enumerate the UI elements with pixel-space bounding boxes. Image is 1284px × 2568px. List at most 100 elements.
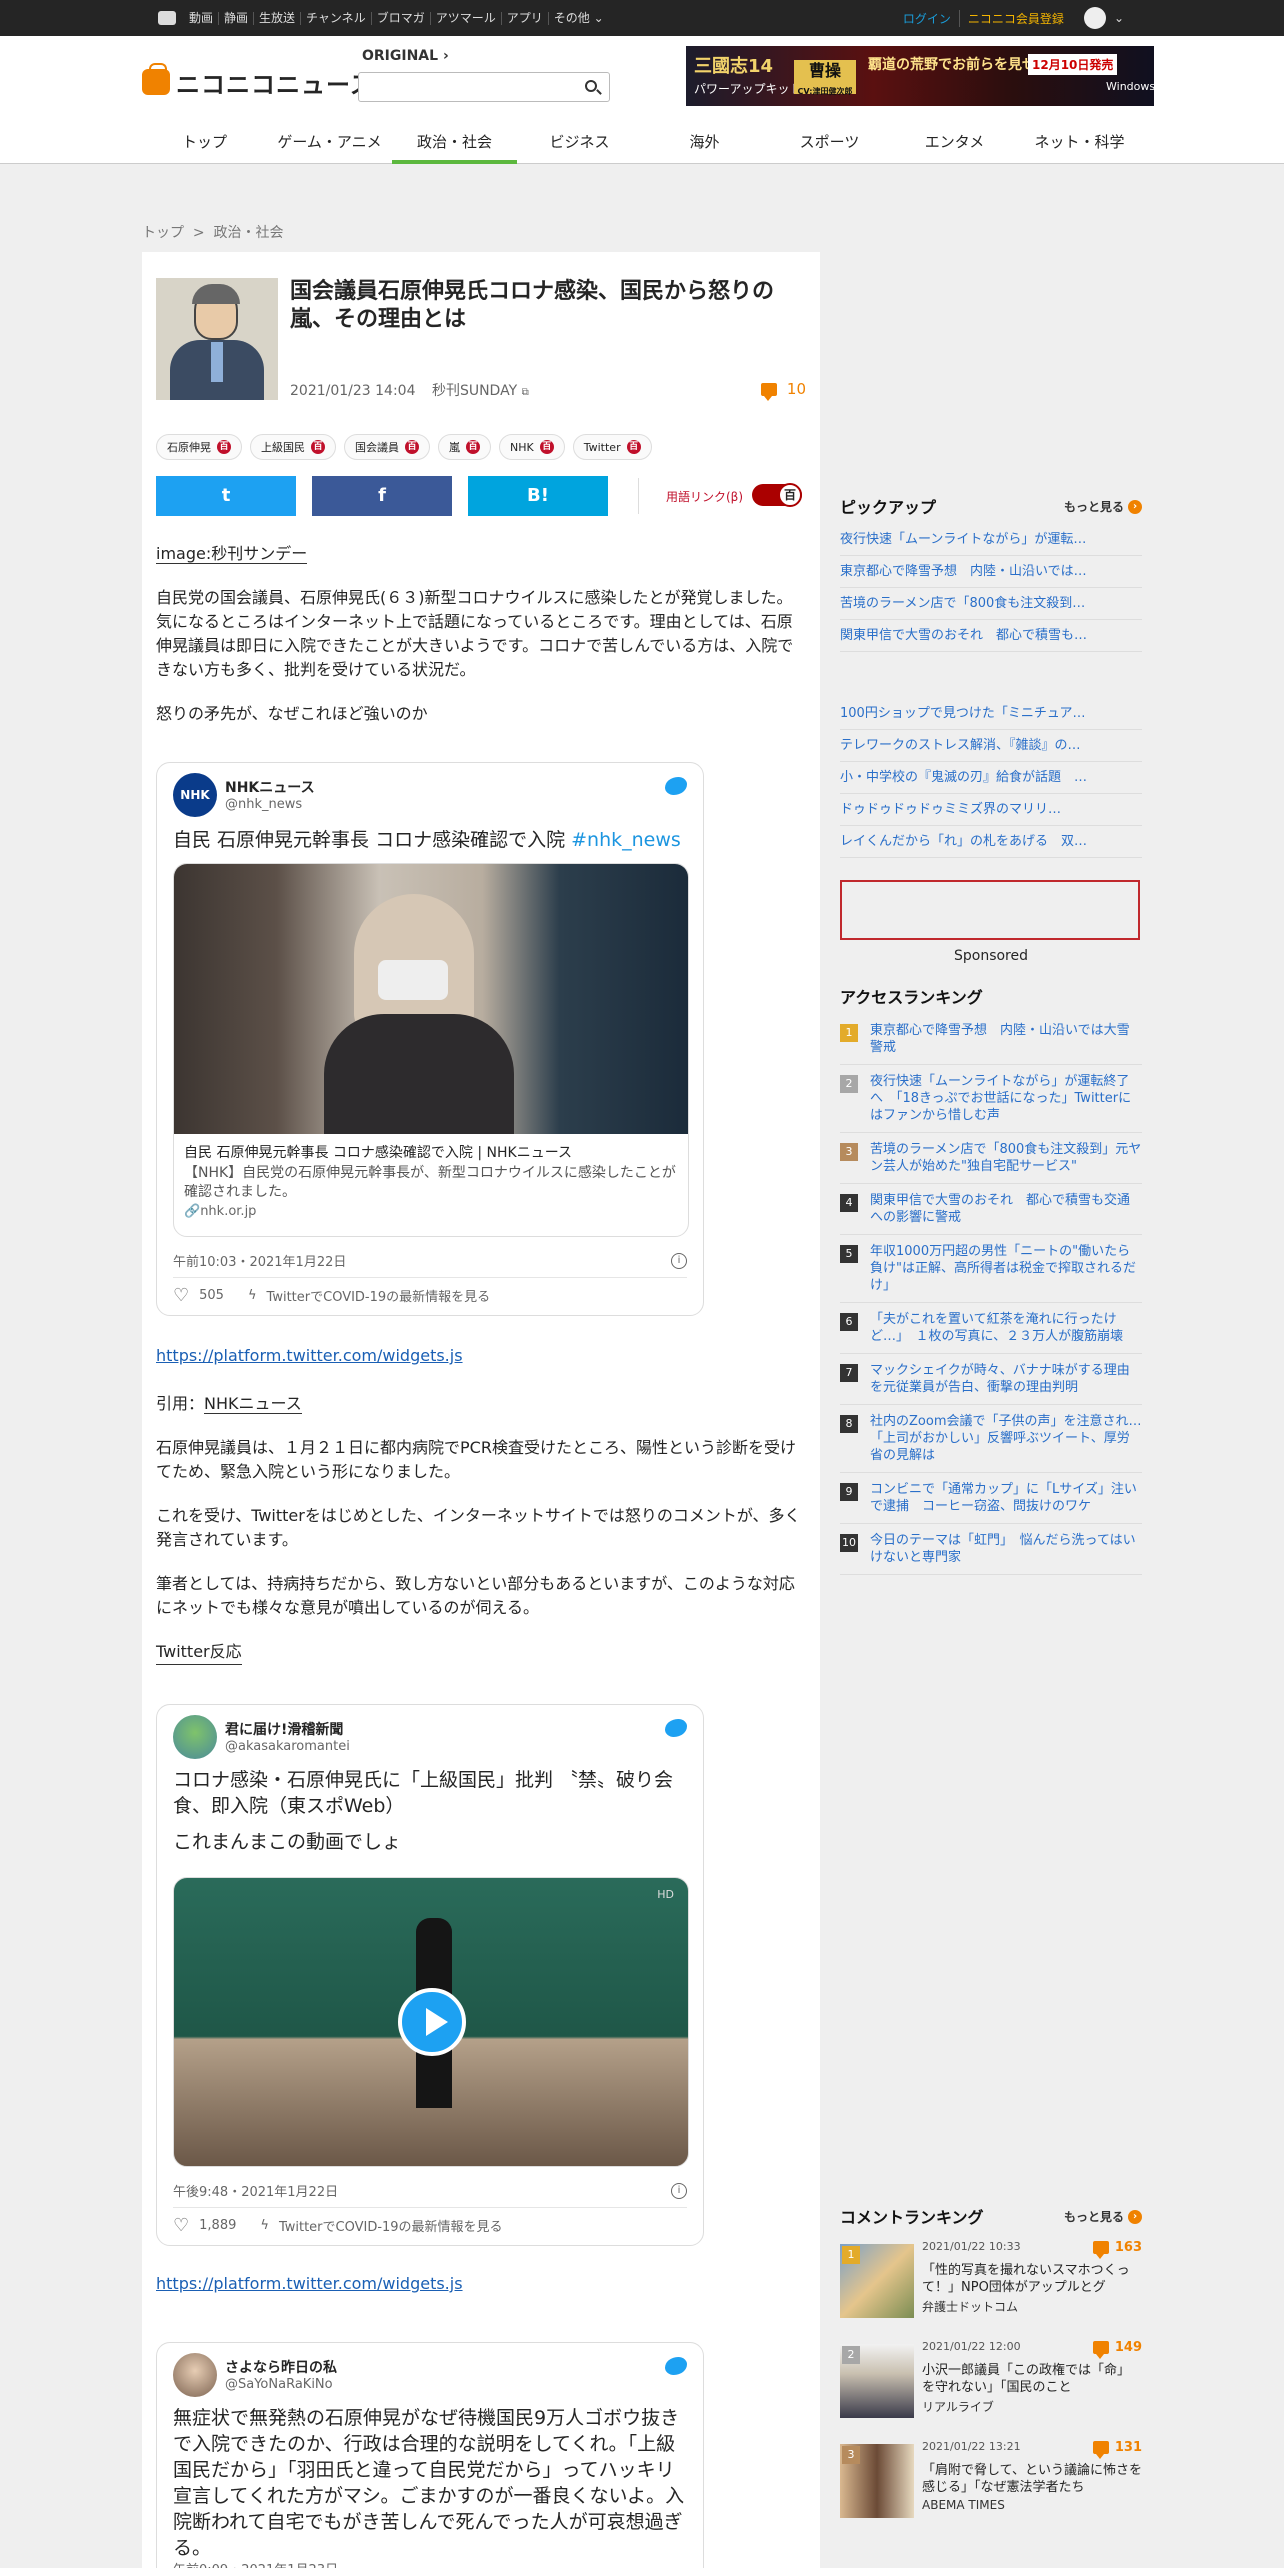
- twitter-bird-icon[interactable]: [665, 2357, 687, 2375]
- ranking-item[interactable]: 6 「夫がこれを置いて紅茶を淹れに行ったけど…」 １枚の写真に、２３万人が腹筋崩壊: [840, 1303, 1142, 1354]
- menu-blomaga[interactable]: ブロマガ: [372, 11, 431, 25]
- tweet-author-name[interactable]: 君に届け!滑稽新聞: [225, 1719, 343, 1739]
- image-credit-label[interactable]: image:: [156, 544, 212, 564]
- register-link[interactable]: ニコニコ会員登録: [958, 9, 1064, 27]
- heart-icon[interactable]: ♡: [173, 1285, 189, 1306]
- comment-ranking-item[interactable]: 2 2021/01/22 12:00 149 小沢一郎議員「この政権では「命」を…: [840, 2340, 1142, 2428]
- widget-script-link[interactable]: https://platform.twitter.com/widgets.js: [156, 1346, 463, 1365]
- pickup-item[interactable]: 東京都心で降雪予想 内陸・山沿いでは…: [840, 556, 1142, 588]
- comment-more-link[interactable]: もっと見る ›: [1064, 2208, 1142, 2225]
- search-icon[interactable]: [585, 80, 597, 92]
- link-card[interactable]: 自民 石原伸晃元幹事長 コロナ感染確認で入院 | NHKニュース 【NHK】自民…: [173, 863, 689, 1237]
- nav-net-science[interactable]: ネット・科学: [1017, 128, 1142, 164]
- tweet-time[interactable]: 午前10:03・2021年1月22日: [173, 1251, 346, 1270]
- dictionary-icon[interactable]: 百: [405, 440, 419, 454]
- pickup-item[interactable]: 100円ショップで見つけた「ミニチュア…: [840, 698, 1142, 730]
- tag-item[interactable]: 国会議員百: [344, 434, 430, 460]
- pickup-item[interactable]: テレワークのストレス解消、『雑談』の…: [840, 730, 1142, 762]
- nhk-avatar[interactable]: NHK: [173, 773, 217, 817]
- nav-game-anime[interactable]: ゲーム・アニメ: [267, 128, 392, 164]
- pickup-item[interactable]: ドゥドゥドゥドゥミミズ界のマリリ…: [840, 794, 1142, 826]
- share-twitter-button[interactable]: t: [156, 476, 296, 516]
- nav-politics[interactable]: 政治・社会: [392, 128, 517, 164]
- nav-top[interactable]: トップ: [142, 128, 267, 164]
- ranking-item[interactable]: 8 社内のZoom会議で「子供の声」を注意され… 「上司がおかしい」反響呼ぶツイー…: [840, 1405, 1155, 1473]
- covid-info-link[interactable]: TwitterでCOVID-19の最新情報を見る: [267, 1286, 491, 1305]
- menu-atsumaru[interactable]: アツマール: [431, 11, 502, 25]
- ad-slot[interactable]: [840, 880, 1140, 940]
- login-link[interactable]: ログイン: [903, 10, 951, 27]
- tag-item[interactable]: 嵐百: [438, 434, 491, 460]
- nav-entame[interactable]: エンタメ: [892, 128, 1017, 164]
- yougo-link-toggle[interactable]: 百: [752, 483, 802, 507]
- user-avatar[interactable]: [173, 1715, 217, 1759]
- avatar[interactable]: [1083, 7, 1106, 29]
- site-logo[interactable]: ニコニコニュース: [142, 63, 375, 100]
- share-hatena-button[interactable]: B!: [468, 476, 608, 516]
- image-credit-source[interactable]: 秒刊サンデー: [211, 544, 308, 564]
- menu-channel[interactable]: チャンネル: [301, 11, 372, 25]
- chevron-down-icon[interactable]: ⌄: [1114, 11, 1124, 25]
- nav-business[interactable]: ビジネス: [517, 128, 642, 164]
- twitter-bird-icon[interactable]: [665, 777, 687, 795]
- twitter-bird-icon[interactable]: [665, 1719, 687, 1737]
- heart-icon[interactable]: ♡: [173, 2215, 189, 2236]
- ranking-item[interactable]: 7 マックシェイクが時々、バナナ味がする理由を元従業員が告白、衝撃の理由判明: [840, 1354, 1142, 1405]
- pickup-item[interactable]: 苦境のラーメン店で「800食も注文殺到…: [840, 588, 1142, 620]
- ranking-item[interactable]: 9 コンビニで「通常カップ」に「Lサイズ」注いで逮捕 コーヒー窃盗、問抜けのワケ: [840, 1473, 1142, 1524]
- pickup-item[interactable]: 夜行快速「ムーンライトながら」が運転…: [840, 524, 1142, 556]
- share-facebook-button[interactable]: f: [312, 476, 452, 516]
- ranking-item[interactable]: 10 今日のテーマは「虹門」 悩んだら洗ってはいけないと専門家: [840, 1524, 1142, 1575]
- embedded-tweet[interactable]: 君に届け!滑稽新聞 @akasakaromantei コロナ感染・石原伸晃氏に「…: [156, 1704, 704, 2246]
- pickup-more-link[interactable]: もっと見る ›: [1064, 498, 1142, 515]
- nav-overseas[interactable]: 海外: [642, 128, 767, 164]
- dictionary-icon[interactable]: 百: [539, 440, 554, 454]
- ad-banner[interactable]: 三國志14 パワーアップキット 曹操 CV:津田健次郎 覇道の荒野でお前らを見せて…: [686, 46, 1154, 106]
- comment-count[interactable]: 10: [760, 380, 806, 401]
- tweet-author-name[interactable]: さよなら昨日の私: [225, 2357, 337, 2377]
- original-link[interactable]: ORIGINAL ›: [362, 48, 449, 64]
- tweet-time[interactable]: 午前0:09・2021年1月23日: [173, 2559, 338, 2568]
- article-source[interactable]: 秒刊SUNDAY ⧉: [432, 383, 529, 399]
- tag-item[interactable]: 上級国民百: [250, 434, 336, 460]
- menu-live[interactable]: 生放送: [254, 11, 302, 25]
- dictionary-icon[interactable]: 百: [466, 440, 480, 454]
- pickup-item[interactable]: レイくんだから「れ」の札をあげる 双…: [840, 826, 1142, 858]
- ranking-item[interactable]: 5 年収1000万円超の男性「ニートの"働いたら負け"は正解、高所得者は税金で搾取…: [840, 1235, 1142, 1303]
- menu-other[interactable]: その他 ⌄: [549, 11, 609, 25]
- breadcrumb-category[interactable]: 政治・社会: [214, 225, 284, 241]
- widget-script-link[interactable]: https://platform.twitter.com/widgets.js: [156, 2274, 463, 2293]
- video-player[interactable]: HD: [173, 1877, 689, 2167]
- tweet-author-handle[interactable]: @akasakaromantei: [225, 1739, 350, 1754]
- embedded-tweet[interactable]: NHK NHKニュース @nhk_news 自民 石原伸晃元幹事長 コロナ感染確…: [156, 762, 704, 1316]
- tag-item[interactable]: Twitter 百: [572, 434, 652, 460]
- info-icon[interactable]: i: [671, 1253, 687, 1269]
- tweet-time[interactable]: 午後9:48・2021年1月22日: [173, 2181, 338, 2200]
- breadcrumb-top[interactable]: トップ: [142, 225, 184, 241]
- ranking-item[interactable]: 2 夜行快速「ムーンライトながら」が運転終了へ 「18きっぷでお世話になった」Tw…: [840, 1065, 1142, 1133]
- hashtag-link[interactable]: #nhk_news: [571, 829, 681, 851]
- nav-sports[interactable]: スポーツ: [767, 128, 892, 164]
- user-avatar[interactable]: [173, 2353, 217, 2397]
- tag-item[interactable]: 石原伸晃百: [156, 434, 242, 460]
- tweet-author-name[interactable]: NHKニュース: [225, 777, 315, 797]
- info-icon[interactable]: i: [671, 2183, 687, 2199]
- menu-app[interactable]: アプリ: [502, 11, 549, 25]
- menu-seiga[interactable]: 静画: [219, 11, 255, 25]
- comment-ranking-item[interactable]: 1 2021/01/22 10:33 163 「性的写真を撮れないスマホつくって…: [840, 2240, 1142, 2328]
- ranking-item[interactable]: 1 東京都心で降雪予想 内陸・山沿いでは大雪警戒: [840, 1014, 1142, 1065]
- tweet-author-handle[interactable]: @SaYoNaRaKiNo: [225, 2377, 333, 2392]
- embedded-tweet[interactable]: さよなら昨日の私 @SaYoNaRaKiNo 無症状で無発熱の石原伸晃がなぜ待機…: [156, 2342, 704, 2568]
- dictionary-icon[interactable]: 百: [626, 440, 641, 454]
- play-icon[interactable]: [398, 1988, 466, 2056]
- pickup-item[interactable]: 関東甲信で大雪のおそれ 都心で積雪も…: [840, 620, 1142, 652]
- ranking-item[interactable]: 4 関東甲信で大雪のおそれ 都心で積雪も交通への影響に警戒: [840, 1184, 1142, 1235]
- pickup-item[interactable]: 小・中学校の『鬼滅の刃』給食が話題 …: [840, 762, 1142, 794]
- quote-source[interactable]: NHKニュース: [204, 1394, 302, 1414]
- tag-item[interactable]: NHK 百: [499, 434, 565, 460]
- tweet-author-handle[interactable]: @nhk_news: [225, 797, 302, 812]
- search-input[interactable]: [363, 74, 573, 100]
- dictionary-icon[interactable]: 百: [311, 440, 325, 454]
- menu-video[interactable]: 動画: [184, 11, 220, 25]
- ranking-item[interactable]: 3 苦境のラーメン店で「800食も注文殺到」元ヤン芸人が始めた"独自宅配サービス": [840, 1133, 1142, 1184]
